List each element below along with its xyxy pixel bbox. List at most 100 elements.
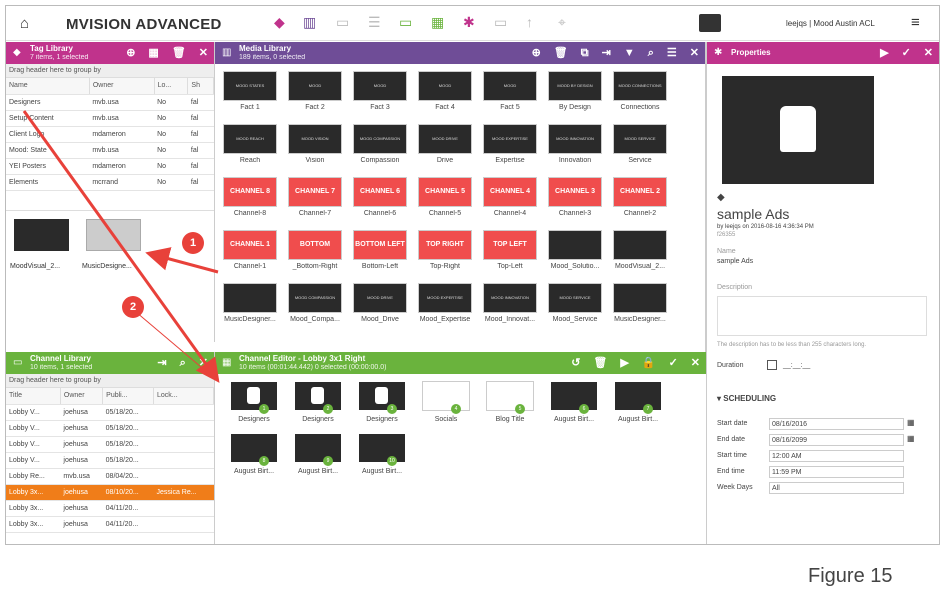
media-item[interactable]: MOOD Fact 3 bbox=[349, 72, 411, 111]
delete-icon[interactable]: 🗑 bbox=[172, 47, 186, 59]
publish-icon[interactable]: ↑ bbox=[526, 14, 533, 30]
close-icon[interactable]: ✕ bbox=[199, 357, 208, 369]
calendar-icon[interactable]: ▦ bbox=[907, 434, 915, 443]
menu-icon[interactable]: ≡ bbox=[911, 14, 920, 31]
folder-upload-icon[interactable]: ▭ bbox=[494, 14, 507, 31]
group-by-bar[interactable]: Drag header here to group by bbox=[6, 64, 214, 78]
media-item[interactable]: MOOD COMPASSION Mood_Compa... bbox=[284, 284, 346, 323]
column-header[interactable]: Title bbox=[6, 388, 61, 405]
media-item[interactable]: MOOD REACH Reach bbox=[219, 125, 281, 164]
lock-icon[interactable]: 🔒 bbox=[642, 357, 656, 369]
media-item[interactable]: MOOD COMPASSION Compassion bbox=[349, 125, 411, 164]
media-item[interactable]: BOTTOM LEFT Bottom-Left bbox=[349, 231, 411, 270]
media-item[interactable]: CHANNEL 7 Channel-7 bbox=[284, 178, 346, 217]
media-item[interactable]: MOOD Fact 4 bbox=[414, 72, 476, 111]
search-icon[interactable]: ⌕ bbox=[180, 357, 186, 369]
copy-icon[interactable]: ⧉ bbox=[581, 47, 589, 59]
playlist-item[interactable]: 8 August Birt... bbox=[223, 434, 285, 475]
media-library-icon[interactable]: ▥ bbox=[303, 14, 316, 31]
add-icon[interactable]: ⊕ bbox=[126, 47, 135, 59]
column-header[interactable]: Name bbox=[6, 78, 90, 95]
playlist-item[interactable]: 4 Socials bbox=[415, 382, 477, 423]
home-icon[interactable]: ⌂ bbox=[20, 15, 29, 32]
media-item[interactable]: MOOD BY DESIGN By Design bbox=[544, 72, 606, 111]
media-item[interactable]: MusicDesigner... bbox=[219, 284, 281, 323]
account-icon[interactable] bbox=[699, 14, 721, 32]
play-icon[interactable]: ▶ bbox=[880, 47, 888, 59]
media-item[interactable]: TOP RIGHT Top-Right bbox=[414, 231, 476, 270]
media-item[interactable]: MusicDesigner... bbox=[609, 284, 671, 323]
media-item[interactable]: MOOD STATES Fact 1 bbox=[219, 72, 281, 111]
playlist-item[interactable]: 9 August Birt... bbox=[287, 434, 349, 475]
duration-field[interactable]: __:__:__ bbox=[783, 362, 810, 369]
folder-icon[interactable]: ▭ bbox=[336, 14, 349, 31]
table-row[interactable]: Designers mvb.usa No fal bbox=[6, 94, 214, 111]
table-row[interactable]: Lobby V... joehusa 05/18/20... bbox=[6, 404, 214, 421]
thumb-image[interactable] bbox=[86, 219, 141, 251]
media-item[interactable]: CHANNEL 1 Channel-1 bbox=[219, 231, 281, 270]
media-item[interactable]: CHANNEL 8 Channel-8 bbox=[219, 178, 281, 217]
table-row[interactable]: Lobby V... joehusa 05/18/20... bbox=[6, 420, 214, 437]
media-item[interactable]: CHANNEL 5 Channel-5 bbox=[414, 178, 476, 217]
list-view-icon[interactable]: ☰ bbox=[667, 47, 677, 59]
delete-icon[interactable]: 🗑 bbox=[593, 357, 607, 369]
user-info[interactable]: leejqs | Mood Austin ACL bbox=[786, 19, 875, 28]
table-row[interactable]: Lobby Re... mvb.usa 08/04/20... bbox=[6, 468, 214, 485]
export-icon[interactable]: ⇥ bbox=[157, 357, 166, 369]
schedule-input[interactable]: 08/16/2099 bbox=[769, 434, 904, 446]
schedule-input[interactable]: 08/16/2016 bbox=[769, 418, 904, 430]
delete-icon[interactable]: 🗑 bbox=[554, 47, 568, 59]
check-icon[interactable]: ✓ bbox=[669, 357, 678, 369]
calendar-icon[interactable]: ▦ bbox=[907, 418, 915, 427]
media-item[interactable]: MOOD SERVICE Mood_Service bbox=[544, 284, 606, 323]
playlist-item[interactable]: 2 Designers bbox=[287, 382, 349, 423]
schedule-input[interactable]: 11:59 PM bbox=[769, 466, 904, 478]
media-item[interactable]: MOOD SERVICE Service bbox=[609, 125, 671, 164]
table-row[interactable]: Lobby V... joehusa 05/18/20... bbox=[6, 452, 214, 469]
table-row[interactable]: YEI Posters mdameron No fal bbox=[6, 158, 214, 175]
playlist-item[interactable]: 1 Designers bbox=[223, 382, 285, 423]
schedule-input[interactable]: All bbox=[769, 482, 904, 494]
media-item[interactable]: MOOD Fact 2 bbox=[284, 72, 346, 111]
table-row[interactable]: Setup Content mvb.usa No fal bbox=[6, 110, 214, 127]
media-item[interactable]: CHANNEL 2 Channel-2 bbox=[609, 178, 671, 217]
table-row[interactable]: Mood: State mvb.usa No fal bbox=[6, 142, 214, 159]
media-item[interactable]: MOOD Fact 5 bbox=[479, 72, 541, 111]
table-row[interactable]: Elements mcrrand No fal bbox=[6, 174, 214, 191]
media-item[interactable]: MoodVisual_2... bbox=[609, 231, 671, 270]
check-icon[interactable]: ✓ bbox=[902, 47, 911, 59]
media-item[interactable]: MOOD VISION Vision bbox=[284, 125, 346, 164]
group-by-bar[interactable]: Drag header here to group by bbox=[6, 374, 214, 388]
media-item[interactable]: MOOD DRIVE Drive bbox=[414, 125, 476, 164]
media-item[interactable]: Mood_Solutio... bbox=[544, 231, 606, 270]
column-header[interactable]: Sh bbox=[187, 78, 214, 95]
play-icon[interactable]: ▶ bbox=[620, 357, 628, 369]
grid-view-icon[interactable]: ▦ bbox=[148, 47, 158, 59]
close-icon[interactable]: ✕ bbox=[690, 47, 699, 59]
column-header[interactable]: Lo... bbox=[154, 78, 189, 95]
channel-editor-icon[interactable]: ▦ bbox=[431, 14, 444, 31]
close-icon[interactable]: ✕ bbox=[691, 357, 700, 369]
name-field[interactable]: sample Ads bbox=[717, 258, 753, 265]
media-item[interactable]: TOP LEFT Top-Left bbox=[479, 231, 541, 270]
properties-gear-icon[interactable]: ✱ bbox=[463, 14, 475, 31]
thumb-image[interactable] bbox=[14, 219, 69, 251]
location-icon[interactable]: ⌖ bbox=[558, 14, 566, 31]
close-icon[interactable]: ✕ bbox=[199, 47, 208, 59]
table-row[interactable]: Lobby V... joehusa 05/18/20... bbox=[6, 436, 214, 453]
history-icon[interactable]: ↺ bbox=[571, 357, 580, 369]
description-field[interactable] bbox=[717, 296, 927, 336]
table-row[interactable]: Client Logo mdameron No fal bbox=[6, 126, 214, 143]
media-item[interactable]: CHANNEL 6 Channel-6 bbox=[349, 178, 411, 217]
playlist-item[interactable]: 3 Designers bbox=[351, 382, 413, 423]
media-item[interactable]: MOOD CONNECTIONS Connections bbox=[609, 72, 671, 111]
column-header[interactable]: Lock... bbox=[153, 388, 214, 405]
table-row[interactable]: Lobby 3x... joehusa 04/11/20... bbox=[6, 516, 214, 533]
media-item[interactable]: CHANNEL 4 Channel-4 bbox=[479, 178, 541, 217]
export-icon[interactable]: ⇥ bbox=[602, 47, 611, 59]
playlist-item[interactable]: 7 August Birt... bbox=[607, 382, 669, 423]
media-item[interactable]: MOOD INNOVATION Innovation bbox=[544, 125, 606, 164]
table-row[interactable]: Lobby 3x... joehusa 08/10/20... Jessica Re.… bbox=[6, 484, 214, 501]
tag-library-icon[interactable]: ◆ bbox=[274, 14, 285, 31]
media-item[interactable]: MOOD EXPERTISE Mood_Expertise bbox=[414, 284, 476, 323]
